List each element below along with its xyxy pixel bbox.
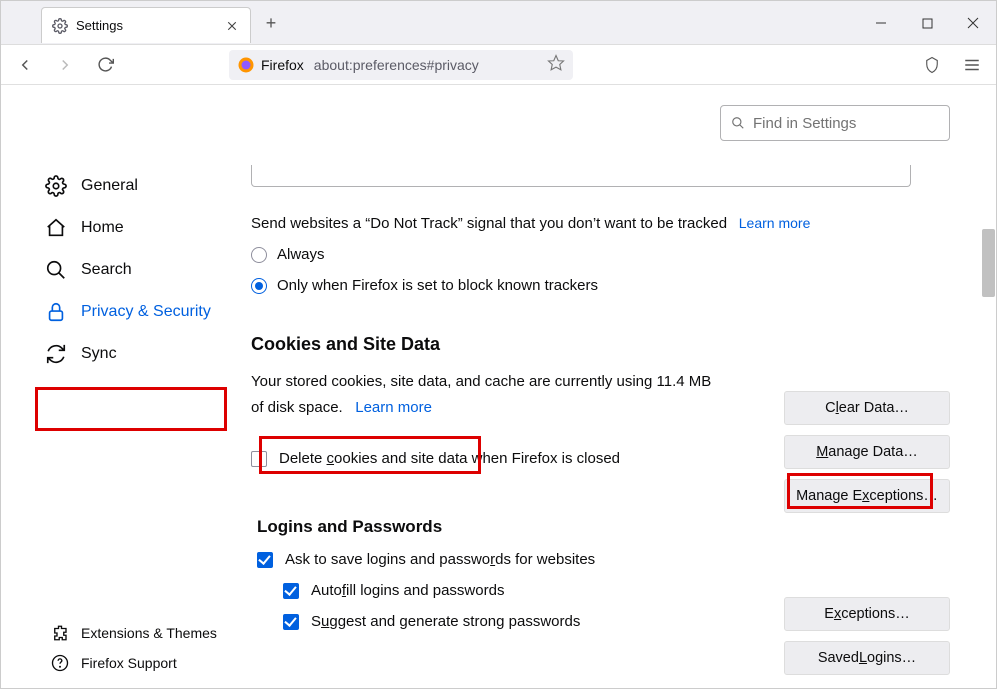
maximize-button[interactable] xyxy=(904,1,950,45)
sidebar-label: Search xyxy=(81,261,132,279)
sidebar-item-search[interactable]: Search xyxy=(1,249,251,291)
firefox-icon xyxy=(237,56,255,74)
url-identity-label: Firefox xyxy=(261,57,304,73)
gear-icon xyxy=(45,175,67,197)
puzzle-icon xyxy=(51,624,69,642)
sidebar: General Home Search Privacy & Security S… xyxy=(1,85,251,690)
bookmark-star-icon[interactable] xyxy=(547,54,565,75)
ask-save-logins-checkbox[interactable]: Ask to save logins and passwords for web… xyxy=(257,551,950,568)
window-controls xyxy=(858,1,996,45)
title-bar: Settings + xyxy=(1,1,996,45)
sidebar-label: General xyxy=(81,177,138,195)
toolbar: Firefox about:preferences#privacy xyxy=(1,45,996,85)
url-text: about:preferences#privacy xyxy=(314,57,541,73)
dnt-always-radio[interactable]: Always xyxy=(251,246,911,263)
minimize-button[interactable] xyxy=(858,1,904,45)
checkbox-icon xyxy=(251,451,267,467)
app-menu-icon[interactable] xyxy=(956,49,988,81)
sidebar-item-general[interactable]: General xyxy=(1,165,251,207)
checkbox-label: Ask to save logins and passwords for web… xyxy=(285,551,595,568)
lock-icon xyxy=(45,301,67,323)
sidebar-item-sync[interactable]: Sync xyxy=(1,333,251,375)
cookies-description: Your stored cookies, site data, and cach… xyxy=(251,369,721,420)
sidebar-item-extensions[interactable]: Extensions & Themes xyxy=(1,618,251,648)
logins-exceptions-button[interactable]: Exceptions… xyxy=(784,597,950,631)
sidebar-footer: Extensions & Themes Firefox Support xyxy=(1,618,251,678)
radio-icon xyxy=(251,247,267,263)
cookies-heading: Cookies and Site Data xyxy=(251,334,950,355)
radio-label: Only when Firefox is set to block known … xyxy=(277,277,598,294)
dnt-learn-more-link[interactable]: Learn more xyxy=(739,215,811,231)
checkbox-label: Suggest and generate strong passwords xyxy=(311,613,580,630)
close-icon[interactable] xyxy=(226,19,240,33)
browser-tab[interactable]: Settings xyxy=(41,7,251,43)
sidebar-label: Home xyxy=(81,219,124,237)
dnt-description: Send websites a “Do Not Track” signal th… xyxy=(251,215,727,232)
tab-title: Settings xyxy=(76,18,218,33)
search-placeholder: Find in Settings xyxy=(753,115,856,132)
gear-icon xyxy=(52,18,68,34)
url-bar[interactable]: Firefox about:preferences#privacy xyxy=(229,50,573,80)
find-in-settings-input[interactable]: Find in Settings xyxy=(720,105,950,141)
content: General Home Search Privacy & Security S… xyxy=(1,85,996,690)
home-icon xyxy=(45,217,67,239)
checkbox-icon xyxy=(283,583,299,599)
search-icon xyxy=(45,259,67,281)
logins-buttons: Exceptions… Saved Logins… xyxy=(784,597,950,675)
sidebar-label: Firefox Support xyxy=(81,655,177,671)
forward-button[interactable] xyxy=(49,49,81,81)
sidebar-label: Privacy & Security xyxy=(81,303,211,321)
scrollbar-thumb[interactable] xyxy=(982,229,995,297)
pocket-icon[interactable] xyxy=(916,49,948,81)
cookies-buttons: Clear Data… Manage Data… Manage Exceptio… xyxy=(784,391,950,513)
collapsed-panel xyxy=(251,165,911,187)
back-button[interactable] xyxy=(9,49,41,81)
sidebar-item-privacy-security[interactable]: Privacy & Security xyxy=(1,291,251,333)
checkbox-icon xyxy=(257,552,273,568)
search-icon xyxy=(731,116,745,130)
logins-heading: Logins and Passwords xyxy=(257,517,950,537)
checkbox-label: Autofill logins and passwords xyxy=(311,582,504,599)
sidebar-item-home[interactable]: Home xyxy=(1,207,251,249)
manage-data-button[interactable]: Manage Data… xyxy=(784,435,950,469)
close-window-button[interactable] xyxy=(950,1,996,45)
sidebar-item-support[interactable]: Firefox Support xyxy=(1,648,251,678)
manage-exceptions-button[interactable]: Manage Exceptions… xyxy=(784,479,950,513)
clear-data-button[interactable]: Clear Data… xyxy=(784,391,950,425)
sidebar-label: Extensions & Themes xyxy=(81,625,217,641)
sidebar-label: Sync xyxy=(81,345,117,363)
main-panel: Find in Settings Send websites a “Do Not… xyxy=(251,85,996,690)
radio-label: Always xyxy=(277,246,325,263)
checkbox-icon xyxy=(283,614,299,630)
dnt-section: Send websites a “Do Not Track” signal th… xyxy=(251,215,911,294)
new-tab-button[interactable]: + xyxy=(261,13,281,33)
radio-icon xyxy=(251,278,267,294)
saved-logins-button[interactable]: Saved Logins… xyxy=(784,641,950,675)
checkbox-label: Delete cookies and site data when Firefo… xyxy=(279,450,620,467)
dnt-only-blocked-radio[interactable]: Only when Firefox is set to block known … xyxy=(251,277,911,294)
cookies-learn-more-link[interactable]: Learn more xyxy=(355,399,432,416)
help-icon xyxy=(51,654,69,672)
reload-button[interactable] xyxy=(89,49,121,81)
sync-icon xyxy=(45,343,67,365)
